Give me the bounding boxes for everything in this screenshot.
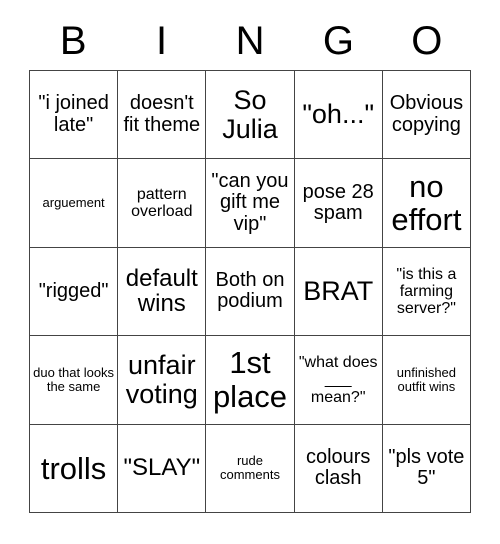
- bingo-grid: "i joined late" doesn't fit theme So Julia…: [29, 70, 471, 513]
- bingo-cell-label: arguement: [42, 195, 105, 211]
- bingo-cell-label: "oh...": [302, 99, 375, 130]
- bingo-cell[interactable]: colours clash: [294, 424, 383, 513]
- bingo-cell[interactable]: duo that looks the same: [30, 336, 119, 425]
- bingo-cell[interactable]: "is this a farming server?": [382, 247, 471, 337]
- bingo-cell-label: "pls vote 5": [388, 445, 465, 490]
- bingo-cell-label: 1st place: [212, 345, 288, 414]
- bingo-cell[interactable]: 1st place: [206, 336, 295, 425]
- bingo-cell-label: default wins: [125, 264, 198, 318]
- bingo-cell-label: BRAT: [303, 275, 374, 306]
- bingo-cell-label: So Julia: [222, 84, 278, 144]
- bingo-cell[interactable]: pattern overload: [118, 159, 207, 248]
- bingo-cell[interactable]: "rigged": [30, 247, 119, 337]
- bingo-card: B I N G O "i joined late" doesn't fit the…: [0, 0, 500, 544]
- bingo-cell-label: trolls: [40, 450, 107, 486]
- bingo-cell[interactable]: "i joined late": [30, 71, 119, 160]
- bingo-cell-label: doesn't fit theme: [123, 92, 201, 136]
- bingo-cell[interactable]: doesn't fit theme: [118, 71, 207, 160]
- bingo-cell[interactable]: rude comments: [206, 424, 295, 513]
- bingo-cell-label: unfair voting: [125, 349, 198, 409]
- bingo-cell-label: unfinished outfit wins: [396, 364, 457, 394]
- bingo-header-letter-n: N: [235, 19, 265, 63]
- bingo-cell[interactable]: arguement: [30, 159, 119, 248]
- bingo-cell[interactable]: "can you gift me vip": [206, 159, 295, 248]
- bingo-cell-label: "what does ___ mean?": [298, 353, 378, 406]
- bingo-cell[interactable]: "pls vote 5": [382, 424, 471, 513]
- bingo-cell-label: "rigged": [38, 279, 109, 302]
- bingo-cell-label: "SLAY": [123, 454, 201, 482]
- bingo-cell[interactable]: unfinished outfit wins: [382, 336, 471, 425]
- bingo-cell[interactable]: "SLAY": [118, 424, 207, 513]
- bingo-cell-label: pattern overload: [131, 185, 193, 221]
- bingo-cell[interactable]: So Julia: [206, 71, 295, 160]
- bingo-cell-label: Obvious copying: [389, 92, 464, 136]
- bingo-cell-label: "is this a farming server?": [396, 265, 457, 318]
- bingo-header-row: B I N G O: [29, 14, 471, 68]
- bingo-header-letter-i: I: [156, 19, 168, 63]
- bingo-cell[interactable]: trolls: [30, 424, 119, 513]
- bingo-cell[interactable]: Obvious copying: [382, 71, 471, 160]
- bingo-cell-label: "i joined late": [38, 92, 109, 136]
- bingo-cell[interactable]: BRAT: [294, 247, 383, 337]
- bingo-cell[interactable]: pose 28 spam: [294, 159, 383, 248]
- bingo-cell[interactable]: default wins: [118, 247, 207, 337]
- bingo-cell-label: no effort: [391, 168, 462, 238]
- bingo-cell[interactable]: no effort: [382, 159, 471, 248]
- bingo-cell-label: duo that looks the same: [33, 364, 115, 394]
- bingo-cell[interactable]: Both on podium: [206, 247, 295, 337]
- bingo-cell-label: pose 28 spam: [302, 180, 374, 225]
- bingo-cell[interactable]: unfair voting: [118, 336, 207, 425]
- bingo-header-letter-o: O: [411, 19, 443, 63]
- bingo-cell-label: "can you gift me vip": [211, 169, 289, 235]
- bingo-header-letter-g: G: [322, 19, 354, 63]
- bingo-header-letter-b: B: [59, 19, 87, 63]
- bingo-cell[interactable]: "oh...": [294, 71, 383, 160]
- bingo-cell-label: colours clash: [305, 445, 371, 490]
- bingo-cell-label: Both on podium: [215, 268, 285, 313]
- bingo-cell[interactable]: "what does ___ mean?": [294, 336, 383, 425]
- bingo-cell-label: rude comments: [220, 453, 280, 483]
